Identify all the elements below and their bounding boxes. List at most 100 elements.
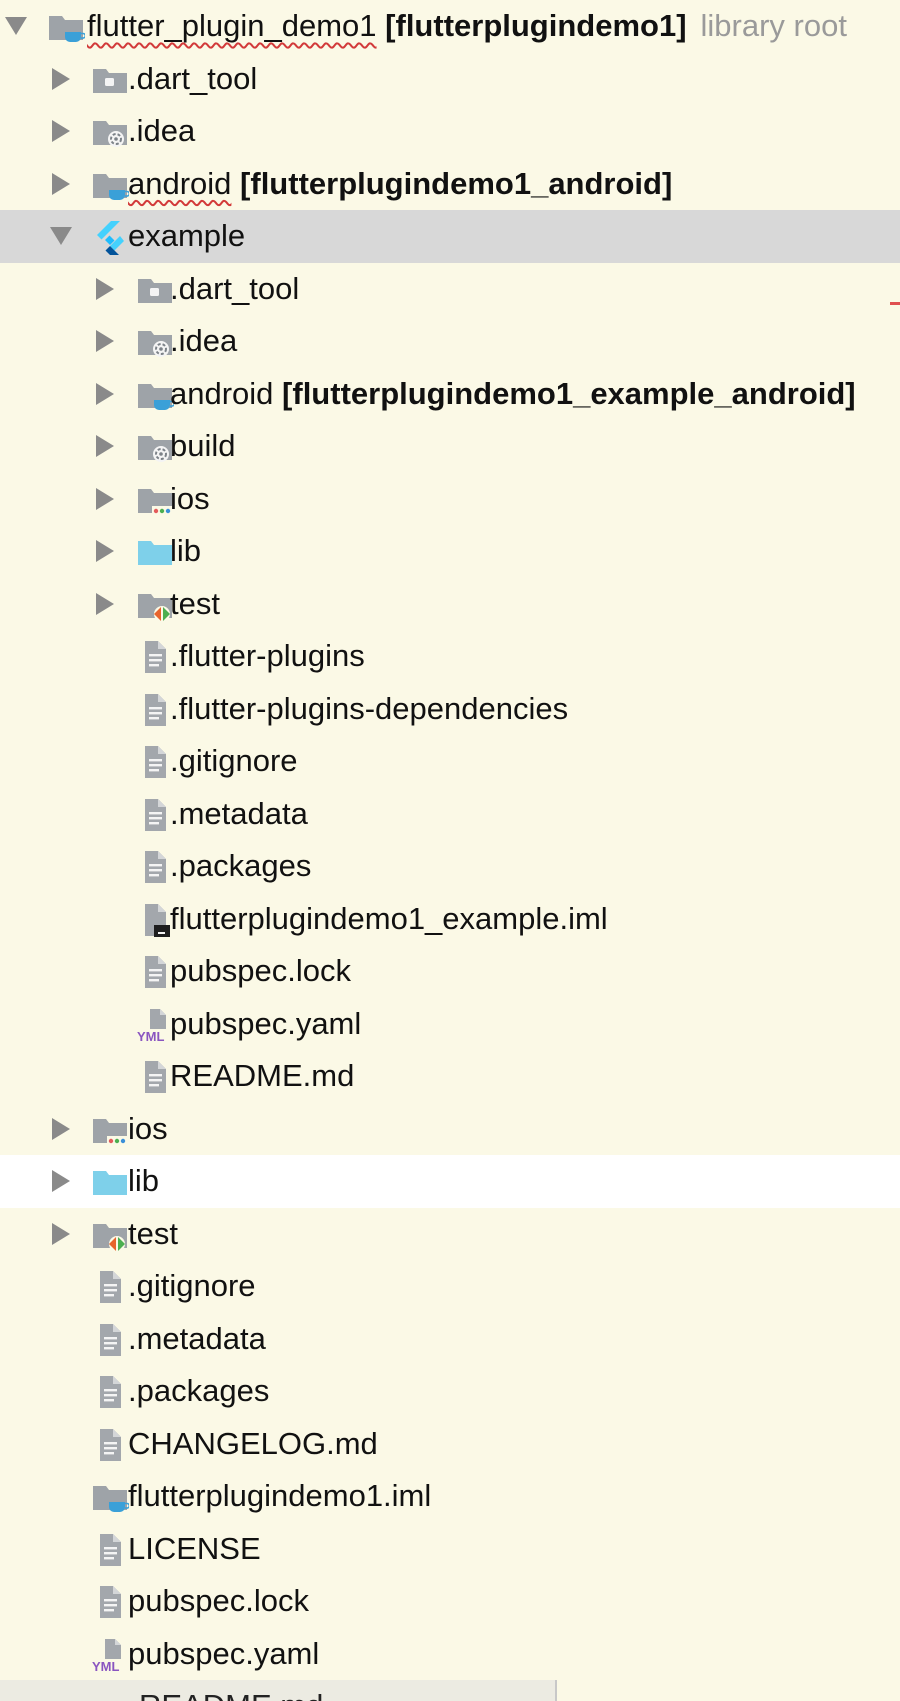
collapsed-arrow-icon[interactable] bbox=[48, 1103, 74, 1156]
tree-row-label: pubspec.yaml bbox=[170, 998, 361, 1051]
partial-row-label: README.md bbox=[139, 1680, 323, 1701]
yaml-file-icon: YML bbox=[136, 1006, 174, 1044]
tree-row[interactable]: YML pubspec.yaml bbox=[0, 1628, 900, 1681]
test-folder-icon bbox=[136, 586, 174, 624]
tree-row[interactable]: ios bbox=[0, 473, 900, 526]
tree-row-label: .dart_tool bbox=[128, 53, 257, 106]
tree-row-label: pubspec.lock bbox=[128, 1575, 309, 1628]
tree-row[interactable]: .idea bbox=[0, 315, 900, 368]
tree-row[interactable]: build bbox=[0, 420, 900, 473]
tree-row-label: .metadata bbox=[170, 788, 308, 841]
tree-row[interactable]: .metadata bbox=[0, 1313, 900, 1366]
item-name: test bbox=[170, 585, 220, 621]
text-file-icon bbox=[91, 1426, 129, 1464]
item-name: README.md bbox=[170, 1058, 355, 1093]
collapsed-arrow-icon[interactable] bbox=[48, 158, 74, 211]
tree-row[interactable]: CHANGELOG.md bbox=[0, 1418, 900, 1471]
tree-row[interactable]: test bbox=[0, 1208, 900, 1261]
module-folder-icon bbox=[136, 376, 174, 414]
text-file-icon bbox=[91, 1373, 129, 1411]
tree-row-label: build bbox=[170, 420, 236, 473]
collapsed-arrow-icon[interactable] bbox=[92, 263, 118, 316]
tree-row[interactable]: android [flutterplugindemo1_example_andr… bbox=[0, 368, 900, 421]
item-name: build bbox=[170, 428, 236, 463]
tree-row-label: .packages bbox=[170, 840, 311, 893]
collapsed-arrow-icon[interactable] bbox=[92, 525, 118, 578]
tree-row[interactable]: README.md bbox=[0, 1050, 900, 1103]
tree-row-label: .dart_tool bbox=[170, 263, 299, 316]
text-file-icon bbox=[136, 848, 174, 886]
horizontal-scrollbar-area[interactable]: README.md bbox=[0, 1680, 557, 1701]
tree-row[interactable]: flutter_plugin_demo1 [flutterplugindemo1… bbox=[0, 0, 900, 53]
tree-row[interactable]: example bbox=[0, 210, 900, 263]
tree-row[interactable]: .flutter-plugins bbox=[0, 630, 900, 683]
tree-row[interactable]: flutterplugindemo1_example.iml bbox=[0, 893, 900, 946]
item-name: flutterplugindemo1_example.iml bbox=[170, 900, 608, 936]
item-name: pubspec.yaml bbox=[128, 1635, 320, 1671]
collapsed-arrow-icon[interactable] bbox=[48, 1155, 74, 1208]
tree-row[interactable]: lib bbox=[0, 525, 900, 578]
tree-row[interactable]: .gitignore bbox=[0, 735, 900, 788]
item-name: LICENSE bbox=[128, 1530, 261, 1566]
tree-row[interactable]: ios bbox=[0, 1103, 900, 1156]
tree-row-label: .metadata bbox=[128, 1313, 266, 1366]
collapsed-arrow-icon[interactable] bbox=[92, 315, 118, 368]
tree-row-label: ios bbox=[128, 1103, 168, 1156]
tree-row[interactable]: YML pubspec.yaml bbox=[0, 998, 900, 1051]
tree-row[interactable]: pubspec.lock bbox=[0, 945, 900, 998]
item-name: flutter_plugin_demo1 bbox=[87, 8, 377, 43]
tree-row[interactable]: pubspec.lock bbox=[0, 1575, 900, 1628]
item-name: flutterplugindemo1.iml bbox=[128, 1478, 432, 1513]
iml-file-icon bbox=[136, 901, 174, 939]
flutter-icon bbox=[91, 218, 129, 256]
error-stripe-mark bbox=[890, 302, 900, 305]
collapsed-arrow-icon[interactable] bbox=[48, 53, 74, 106]
config-folder-icon bbox=[136, 323, 174, 361]
tree-row-label: ios bbox=[170, 473, 210, 526]
tree-row[interactable]: .metadata bbox=[0, 788, 900, 841]
tree-row[interactable]: .dart_tool bbox=[0, 53, 900, 106]
expanded-arrow-icon[interactable] bbox=[3, 0, 29, 53]
item-name: ios bbox=[128, 1110, 168, 1146]
text-file-icon bbox=[91, 1531, 129, 1569]
tree-row[interactable]: flutterplugindemo1.iml bbox=[0, 1470, 900, 1523]
tree-row[interactable]: .gitignore bbox=[0, 1260, 900, 1313]
tree-row-label: android [flutterplugindemo1_android] bbox=[128, 158, 672, 211]
tree-row[interactable]: .dart_tool bbox=[0, 263, 900, 316]
item-name: .flutter-plugins-dependencies bbox=[170, 690, 569, 726]
collapsed-arrow-icon[interactable] bbox=[92, 578, 118, 631]
item-name: pubspec.lock bbox=[128, 1583, 309, 1618]
config-folder-icon bbox=[136, 428, 174, 466]
text-file-icon bbox=[91, 1321, 129, 1359]
tree-row[interactable]: .packages bbox=[0, 1365, 900, 1418]
tree-row[interactable]: .packages bbox=[0, 840, 900, 893]
text-file-icon bbox=[136, 691, 174, 729]
tree-row[interactable]: LICENSE bbox=[0, 1523, 900, 1576]
collapsed-arrow-icon[interactable] bbox=[48, 105, 74, 158]
tree-row[interactable]: lib bbox=[0, 1155, 900, 1208]
tree-row[interactable]: test bbox=[0, 578, 900, 631]
item-name: .gitignore bbox=[170, 743, 298, 778]
tree-row[interactable]: .idea bbox=[0, 105, 900, 158]
collapsed-arrow-icon[interactable] bbox=[92, 368, 118, 421]
tree-row[interactable]: .flutter-plugins-dependencies bbox=[0, 683, 900, 736]
collapsed-arrow-icon[interactable] bbox=[92, 473, 118, 526]
tree-row-label: lib bbox=[170, 525, 201, 578]
library-root-hint: library root bbox=[700, 8, 847, 43]
collapsed-arrow-icon[interactable] bbox=[48, 1208, 74, 1261]
module-name: [flutterplugindemo1_android] bbox=[240, 165, 673, 201]
collapsed-arrow-icon[interactable] bbox=[92, 420, 118, 473]
ios-folder-icon bbox=[136, 481, 174, 519]
item-name: .metadata bbox=[170, 795, 308, 831]
tree-row[interactable]: android [flutterplugindemo1_android] bbox=[0, 158, 900, 211]
tree-row-label: example bbox=[128, 210, 245, 263]
tree-row-label: .idea bbox=[128, 105, 195, 158]
expanded-arrow-icon[interactable] bbox=[48, 210, 74, 263]
module-name: [flutterplugindemo1] bbox=[385, 8, 687, 43]
tree-row-label: LICENSE bbox=[128, 1523, 261, 1576]
tree-row-label: .packages bbox=[128, 1365, 269, 1418]
item-name: .idea bbox=[128, 113, 196, 148]
item-name: lib bbox=[128, 1163, 160, 1198]
module-folder-icon bbox=[91, 1478, 129, 1516]
item-name: example bbox=[128, 218, 246, 253]
